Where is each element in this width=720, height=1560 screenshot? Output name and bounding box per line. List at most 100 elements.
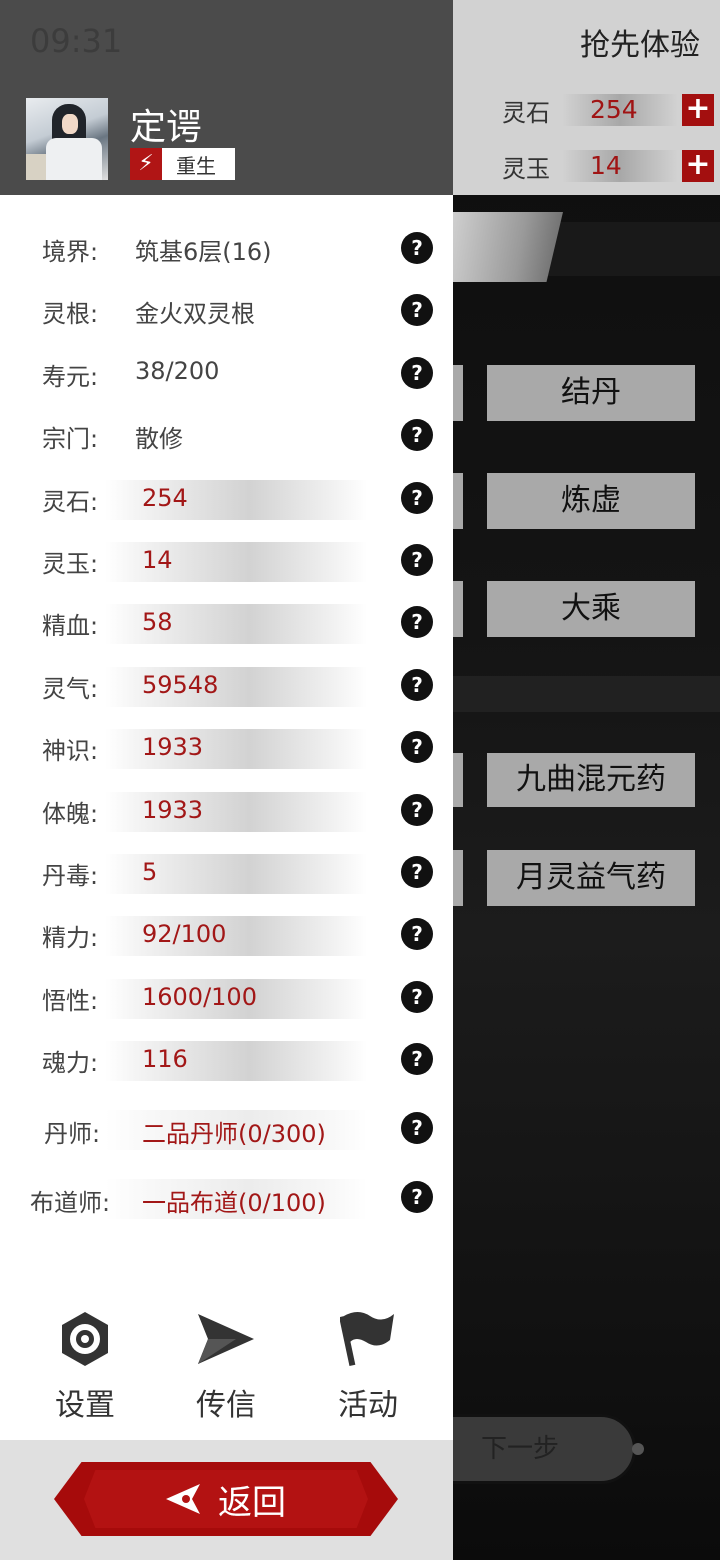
help-icon[interactable]: ? <box>401 731 433 763</box>
message-button[interactable]: 传信 <box>171 1310 281 1424</box>
stat-label: 灵气: <box>42 675 99 703</box>
stat-label: 灵玉: <box>42 550 99 578</box>
stat-row: 灵玉: 14? <box>0 536 453 586</box>
stat-row: 悟性: 1600/100? <box>0 973 453 1023</box>
resource-value: 14 <box>562 150 678 182</box>
stat-value: 1933 <box>142 733 204 761</box>
stat-value: 14 <box>142 546 173 574</box>
message-label: 传信 <box>196 1388 256 1423</box>
add-spirit-stone-button[interactable]: + <box>682 94 714 126</box>
next-button-dot <box>632 1443 644 1455</box>
help-icon[interactable]: ? <box>401 606 433 638</box>
stat-label: 宗门: <box>42 425 99 453</box>
realm-button-partial[interactable] <box>453 473 463 529</box>
realm-button-dacheng[interactable]: 大乘 <box>487 581 695 637</box>
help-icon[interactable]: ? <box>401 482 433 514</box>
stat-row: 灵根: 金火双灵根? <box>0 286 453 336</box>
back-button-label: 返回 <box>218 1482 286 1523</box>
help-icon[interactable]: ? <box>401 544 433 576</box>
stat-value: 5 <box>142 858 158 886</box>
stat-label: 精血: <box>42 612 99 640</box>
stat-label: 体魄: <box>42 800 99 828</box>
help-icon[interactable]: ? <box>401 1181 433 1213</box>
stat-row: 灵石: 254? <box>0 474 453 524</box>
stat-value: 254 <box>142 484 188 512</box>
realm-button-partial[interactable] <box>453 365 463 421</box>
early-access-label[interactable]: 抢先体验 <box>580 20 700 64</box>
help-icon[interactable]: ? <box>401 232 433 264</box>
brush-stroke-decoration <box>453 212 563 282</box>
back-button[interactable]: 返回 <box>54 1462 398 1536</box>
potion-button-yueling[interactable]: 月灵益气药 <box>487 850 695 906</box>
panel-header: 09:31 定谔 ⚡ 重生 <box>0 0 453 195</box>
stat-value: 金火双灵根 <box>135 300 255 328</box>
stat-value: 筑基6层(16) <box>135 238 272 266</box>
help-icon[interactable]: ? <box>401 669 433 701</box>
background-band <box>453 676 720 712</box>
help-icon[interactable]: ? <box>401 794 433 826</box>
stat-value: 58 <box>142 608 173 636</box>
stat-row: 布道师: 一品布道(0/100)? <box>0 1173 453 1223</box>
character-name: 定谔 <box>130 107 203 148</box>
help-icon[interactable]: ? <box>401 1043 433 1075</box>
resource-spirit-jade: 灵玉 14 + <box>502 146 714 186</box>
potion-button-jiuqu[interactable]: 九曲混元药 <box>487 753 695 807</box>
stat-label: 悟性: <box>42 987 99 1015</box>
help-icon[interactable]: ? <box>401 294 433 326</box>
back-arrow-icon <box>166 1484 200 1514</box>
stat-value: 二品丹师(0/300) <box>142 1120 326 1148</box>
lightning-icon: ⚡ <box>130 148 162 180</box>
character-panel: 09:31 定谔 ⚡ 重生 境界: 筑基6层(16)? 灵根: 金火双灵根? 寿元: 38… <box>0 0 453 1560</box>
stat-row: 丹毒: 5? <box>0 848 453 898</box>
activity-label: 活动 <box>338 1388 398 1423</box>
help-icon[interactable]: ? <box>401 856 433 888</box>
stat-label: 神识: <box>42 737 99 765</box>
stat-value: 38/200 <box>135 357 220 385</box>
stat-label: 魂力: <box>42 1049 99 1077</box>
rebirth-badge[interactable]: ⚡ 重生 <box>130 148 235 180</box>
resource-name: 灵石 <box>502 98 550 127</box>
potion-button-partial[interactable] <box>453 850 463 906</box>
avatar[interactable] <box>26 98 108 180</box>
stat-value: 1933 <box>142 796 204 824</box>
stat-label: 丹毒: <box>42 862 99 890</box>
help-icon[interactable]: ? <box>401 419 433 451</box>
help-icon[interactable]: ? <box>401 918 433 950</box>
stat-row: 境界: 筑基6层(16)? <box>0 224 453 274</box>
stat-value: 一品布道(0/100) <box>142 1189 326 1217</box>
settings-button[interactable]: 设置 <box>30 1310 140 1424</box>
stat-row: 魂力: 116? <box>0 1035 453 1085</box>
resource-value: 254 <box>562 94 678 126</box>
realm-button-jiedan[interactable]: 结丹 <box>487 365 695 421</box>
stat-value: 116 <box>142 1045 188 1073</box>
gear-icon <box>30 1310 140 1368</box>
activity-button[interactable]: 活动 <box>313 1310 423 1424</box>
next-step-button[interactable]: 下一步 <box>440 1414 636 1484</box>
stat-value: 92/100 <box>142 920 227 948</box>
stat-label: 寿元: <box>42 363 99 391</box>
resource-name: 灵玉 <box>502 154 550 183</box>
stat-label: 精力: <box>42 924 99 952</box>
flag-icon <box>313 1310 423 1368</box>
potion-button-partial[interactable] <box>453 753 463 807</box>
stat-label: 境界: <box>42 238 99 266</box>
realm-button-lianxu[interactable]: 炼虚 <box>487 473 695 529</box>
stat-label: 灵石: <box>42 488 99 516</box>
send-icon <box>171 1310 281 1368</box>
stat-row: 灵气: 59548? <box>0 661 453 711</box>
settings-label: 设置 <box>55 1388 115 1423</box>
realm-button-partial[interactable] <box>453 581 463 637</box>
stat-row: 神识: 1933? <box>0 723 453 773</box>
help-icon[interactable]: ? <box>401 981 433 1013</box>
stat-label: 丹师: <box>44 1120 101 1148</box>
help-icon[interactable]: ? <box>401 357 433 389</box>
stat-row: 寿元: 38/200? <box>0 349 453 399</box>
add-spirit-jade-button[interactable]: + <box>682 150 714 182</box>
status-time: 09:31 <box>30 22 123 60</box>
avatar-face <box>62 114 78 134</box>
help-icon[interactable]: ? <box>401 1112 433 1144</box>
stat-row: 丹师: 二品丹师(0/300)? <box>0 1104 453 1154</box>
stat-row: 宗门: 散修? <box>0 411 453 461</box>
rebirth-label: 重生 <box>176 153 216 178</box>
stat-row: 体魄: 1933? <box>0 786 453 836</box>
